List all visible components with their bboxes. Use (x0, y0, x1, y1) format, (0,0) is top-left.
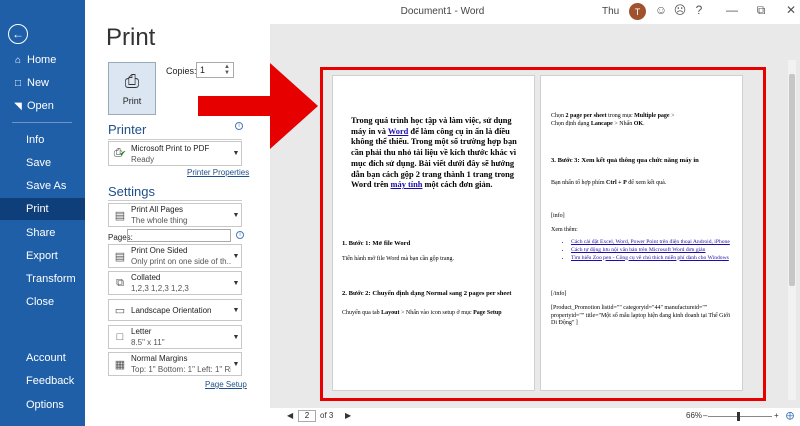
nav-item-transform[interactable]: Transform (0, 268, 85, 290)
collation-dropdown[interactable]: ⧉ Collated 1,2,3 1,2,3 1,2,3 ▼ (108, 271, 242, 295)
margins-dropdown[interactable]: ▦ Normal Margins Top: 1" Bottom: 1" Left:… (108, 352, 242, 376)
avatar[interactable]: T (629, 3, 646, 20)
annotation-highlight-box (320, 67, 766, 401)
orientation-dropdown[interactable]: ▭ Landscape Orientation ▼ (108, 299, 242, 321)
chevron-down-icon: ▼ (232, 360, 240, 368)
back-arrow-icon[interactable]: ← (8, 24, 28, 44)
page-setup-link[interactable]: Page Setup (205, 380, 247, 389)
section-divider (108, 200, 242, 201)
zoom-in-icon[interactable]: + (774, 411, 779, 420)
nav-item-home[interactable]: ⌂ Home (0, 49, 85, 71)
dropdown-text: Collated 1,2,3 1,2,3 1,2,3 (131, 273, 189, 293)
zoom-slider[interactable] (708, 416, 772, 417)
nav-item-feedback[interactable]: Feedback (0, 370, 85, 392)
word-print-backstage: ← ⌂ Home □ New ◥ Open Info Save Save As Pri… (0, 0, 800, 426)
landscape-icon: ▭ (114, 304, 126, 317)
printer-properties-link[interactable]: Printer Properties (187, 168, 249, 177)
nav-item-new[interactable]: □ New (0, 72, 85, 94)
chevron-down-icon: ▼ (232, 252, 240, 260)
dropdown-text: Normal Margins Top: 1" Bottom: 1" Left: 1… (131, 354, 231, 374)
help-icon[interactable]: ? (690, 3, 708, 17)
home-icon: ⌂ (14, 54, 22, 66)
sides-dropdown[interactable]: ▤ Print One Sided Only print on one side … (108, 244, 242, 268)
nav-item-account[interactable]: Account (0, 347, 85, 369)
nav-item-label: Open (27, 100, 54, 112)
printer-ready-icon: ⎙ ✔ (113, 147, 127, 159)
zoom-slider-thumb[interactable] (737, 412, 740, 421)
chevron-down-icon: ▼ (232, 306, 240, 314)
restore-icon[interactable]: ⧉ (752, 3, 770, 18)
nav-item-share[interactable]: Share (0, 222, 85, 244)
zoom-to-page-icon[interactable]: ⨁ (786, 411, 794, 420)
scrollbar-thumb[interactable] (789, 74, 795, 286)
dropdown-text: Print All Pages The whole thing (131, 205, 188, 225)
nav-item-options[interactable]: Options (0, 394, 85, 416)
title-bar: Document1 - Word Thu T ☺ ☹ ? — ⧉ ✕ (85, 0, 800, 24)
paper-size-icon: □ (116, 331, 124, 343)
next-page-icon[interactable]: ▶ (345, 411, 351, 420)
new-document-icon: □ (14, 77, 22, 89)
backstage-nav: ← ⌂ Home □ New ◥ Open Info Save Save As Pri… (0, 0, 85, 426)
open-folder-icon: ◥ (14, 100, 22, 112)
printer-heading: Printer (108, 122, 147, 137)
nav-item-label: Home (27, 54, 57, 66)
nav-item-close[interactable]: Close (0, 291, 85, 313)
chevron-down-icon: ▼ (232, 211, 240, 219)
chevron-down-icon: ▼ (232, 279, 240, 287)
zoom-out-icon[interactable]: – (703, 411, 707, 420)
chevron-down-icon: ▼ (232, 333, 240, 341)
zoom-level: 66% (686, 411, 703, 420)
info-icon[interactable]: i (236, 231, 244, 239)
nav-item-label: New (27, 77, 50, 89)
collated-icon: ⧉ (116, 276, 124, 289)
pages-input[interactable] (127, 229, 231, 242)
pages-icon: ▤ (114, 209, 126, 222)
smiley-icon[interactable]: ☺ (652, 3, 670, 17)
paper-size-dropdown[interactable]: □ Letter 8.5" x 11" ▼ (108, 325, 242, 349)
page-number-input[interactable]: 2 (298, 410, 316, 422)
chevron-down-icon: ▼ (232, 150, 240, 157)
print-button[interactable]: ⎙ Print (108, 62, 156, 115)
close-icon[interactable]: ✕ (782, 3, 800, 17)
settings-heading: Settings (108, 184, 155, 199)
page-title: Print (106, 24, 156, 51)
margins-icon: ▦ (114, 358, 126, 371)
nav-item-print[interactable]: Print (0, 198, 85, 220)
print-button-label: Print (122, 95, 142, 106)
copies-label: Copies: (166, 66, 197, 76)
annotation-arrow-icon (198, 63, 318, 149)
nav-item-save[interactable]: Save (0, 152, 85, 174)
page-total: of 3 (320, 411, 334, 420)
dropdown-text: Print One Sided Only print on one side of… (131, 246, 231, 266)
dropdown-text: Letter 8.5" x 11" (131, 327, 165, 347)
print-range-dropdown[interactable]: ▤ Print All Pages The whole thing ▼ (108, 203, 242, 227)
frown-icon[interactable]: ☹ (671, 3, 689, 17)
minimize-icon[interactable]: — (723, 3, 741, 17)
nav-item-export[interactable]: Export (0, 245, 85, 267)
one-sided-icon: ▤ (114, 250, 126, 263)
nav-item-info[interactable]: Info (0, 129, 85, 151)
previous-page-icon[interactable]: ◀ (287, 411, 293, 420)
nav-item-open[interactable]: ◥ Open (0, 95, 85, 117)
dropdown-text: Landscape Orientation (131, 305, 212, 315)
nav-item-save-as[interactable]: Save As (0, 175, 85, 197)
printer-icon: ⎙ (124, 70, 140, 91)
nav-divider (12, 122, 72, 123)
user-name: Thu (602, 6, 620, 17)
